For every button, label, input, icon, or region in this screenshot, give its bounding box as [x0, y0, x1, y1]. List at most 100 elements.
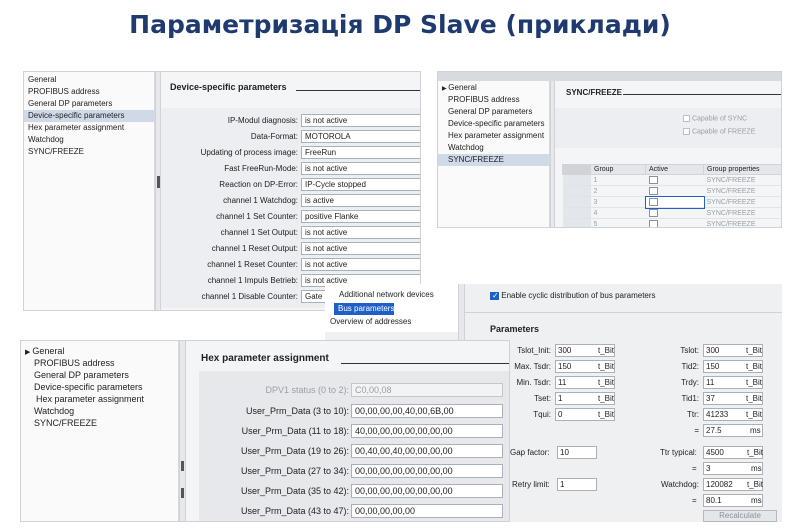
active-cell: [645, 218, 704, 227]
splitter[interactable]: [550, 81, 555, 227]
table-row[interactable]: 5 SYNC/FREEZE: [562, 218, 781, 227]
splitter[interactable]: [179, 341, 186, 521]
row-header-cell: [562, 218, 591, 227]
ttr-typical-ms-unit: ms: [751, 464, 762, 473]
retry-limit-label: Retry limit:: [512, 480, 550, 489]
nav-item-label: General: [32, 346, 65, 356]
param-row: Updating of process image: FreeRun: [161, 146, 420, 160]
navigation-tree: ▶ General PROFIBUS address General DP pa…: [21, 341, 179, 521]
param-row: IP-Modul diagnosis: is not active: [161, 114, 420, 128]
param-label: channel 1 Set Output:: [220, 228, 298, 237]
bus-param-label: Tslot:: [680, 346, 699, 355]
group-properties-cell: SYNC/FREEZE: [703, 218, 781, 227]
param-value-field[interactable]: is not active: [301, 114, 420, 127]
bus-param-unit: t_Bit: [598, 394, 615, 403]
nav-item-bus-parameters[interactable]: Bus parameters: [334, 303, 395, 315]
user-prm-data-field[interactable]: 00,00,00,00,00: [351, 504, 503, 518]
row-header-cell: [562, 207, 591, 219]
param-label: IP-Modul diagnosis:: [227, 116, 298, 125]
nav-item-general-dp[interactable]: General DP parameters: [21, 369, 178, 381]
retry-limit-field[interactable]: 1: [557, 478, 597, 491]
nav-item-additional-network-devices[interactable]: Additional network devices: [335, 289, 434, 301]
param-label: channel 1 Impuls Betrieb:: [207, 276, 298, 285]
group-cell: 2: [590, 185, 646, 197]
param-label: channel 1 Reset Output:: [211, 244, 298, 253]
param-label: channel 1 Disable Counter:: [201, 292, 298, 301]
watchdog-ms-unit: ms: [751, 496, 762, 505]
active-checkbox[interactable]: [648, 176, 658, 184]
param-value-field[interactable]: is not active: [301, 226, 420, 239]
nav-item-overview-of-addresses[interactable]: Overview of addresses: [326, 316, 411, 328]
splitter-grip[interactable]: [181, 461, 184, 471]
enable-cyclic-label: Enable cyclic distribution of bus parame…: [501, 291, 656, 300]
table-row[interactable]: 4 SYNC/FREEZE: [562, 207, 781, 219]
nav-item-device-specific[interactable]: Device-specific parameters: [24, 110, 154, 122]
bus-param-unit: t_Bit: [598, 362, 615, 371]
nav-item-watchdog[interactable]: Watchdog: [438, 142, 549, 154]
network-nav: Additional network devices Bus parameter…: [325, 284, 458, 332]
ttr-typical-unit: t_Bit: [747, 448, 764, 457]
tab-strip: [438, 72, 781, 81]
user-prm-data-field[interactable]: 00,00,00,00,40,00,6B,00: [351, 404, 503, 418]
nav-item-hex-parameter[interactable]: Hex parameter assignment: [21, 393, 178, 405]
nav-item-profibus-address[interactable]: PROFIBUS address: [24, 86, 154, 98]
recalculate-button[interactable]: Recalculate: [703, 510, 777, 522]
slide-title: Параметризація DP Slave (приклади): [129, 10, 671, 39]
nav-item-general[interactable]: ▶ General: [21, 345, 178, 357]
user-prm-data-field[interactable]: 40,00,00,00,00,00,00,00: [351, 424, 503, 438]
nav-item-hex-parameter[interactable]: Hex parameter assignment: [24, 122, 154, 134]
section-heading: Hex parameter assignment: [201, 353, 329, 364]
bus-param-unit: t_Bit: [598, 346, 615, 355]
splitter-grip[interactable]: [157, 176, 160, 188]
nav-item-sync-freeze[interactable]: SYNC/FREEZE: [21, 417, 178, 429]
nav-item-general-dp[interactable]: General DP parameters: [24, 98, 154, 110]
active-cell: [645, 207, 704, 219]
nav-item-profibus-address[interactable]: PROFIBUS address: [21, 357, 178, 369]
nav-item-general[interactable]: ▶ General: [438, 82, 549, 94]
nav-item-device-specific[interactable]: Device-specific parameters: [438, 118, 549, 130]
active-checkbox[interactable]: [648, 198, 658, 206]
row-header-cell: [562, 174, 591, 186]
nav-item-watchdog[interactable]: Watchdog: [24, 134, 154, 146]
nav-item-sync-freeze[interactable]: SYNC/FREEZE: [24, 146, 154, 158]
nav-item-label: General: [448, 83, 477, 92]
row-header-column: [562, 164, 591, 175]
capable-freeze-checkbox[interactable]: [683, 128, 690, 135]
table-row[interactable]: 2 SYNC/FREEZE: [562, 185, 781, 197]
nav-item-device-specific[interactable]: Device-specific parameters: [21, 381, 178, 393]
active-checkbox[interactable]: [648, 220, 658, 227]
table-row[interactable]: 3 SYNC/FREEZE: [562, 195, 781, 209]
bus-param-unit: t_Bit: [746, 394, 763, 403]
param-row: Data-Format: MOTOROLA: [161, 130, 420, 144]
gap-factor-field[interactable]: 10: [557, 446, 597, 459]
enable-cyclic-checkbox[interactable]: [490, 291, 499, 300]
navigation-tree: General PROFIBUS address General DP para…: [24, 72, 155, 310]
active-checkbox[interactable]: [648, 209, 658, 217]
params-right-column: Tslot: 300 t_Bit Tid2: 150 t_Bit Trdy: 11 t_Bit T…: [635, 344, 782, 454]
user-prm-data-field[interactable]: 00,00,00,00,00,00,00,00: [351, 484, 503, 498]
param-value-field[interactable]: FreeRun: [301, 146, 420, 159]
capable-sync-checkbox[interactable]: [683, 115, 690, 122]
splitter-grip[interactable]: [181, 488, 184, 498]
user-prm-data-field[interactable]: 00,00,00,00,00,00,00,00: [351, 464, 503, 478]
nav-item-general[interactable]: General: [24, 74, 154, 86]
param-value-field[interactable]: MOTOROLA: [301, 130, 420, 143]
param-value-field[interactable]: is not active: [301, 258, 420, 271]
param-value-field[interactable]: IP-Cycle stopped: [301, 178, 420, 191]
active-checkbox[interactable]: [648, 187, 658, 195]
user-prm-data-field[interactable]: 00,40,00,40,00,00,00,00: [351, 444, 503, 458]
param-label: Updating of process image:: [200, 148, 298, 157]
nav-item-watchdog[interactable]: Watchdog: [21, 405, 178, 417]
nav-item-sync-freeze[interactable]: SYNC/FREEZE: [438, 154, 549, 166]
table-row[interactable]: 1 SYNC/FREEZE: [562, 174, 781, 186]
nav-item-general-dp[interactable]: General DP parameters: [438, 106, 549, 118]
param-value-field[interactable]: is not active: [301, 162, 420, 175]
param-value-field[interactable]: is not active: [301, 242, 420, 255]
dpv1-status-label: DPV1 status (0 to 2):: [265, 385, 349, 395]
param-value-field[interactable]: is active: [301, 194, 420, 207]
gap-factor-label: Gap factor:: [510, 448, 550, 457]
capable-freeze-label: Capable of FREEZE: [691, 128, 756, 136]
nav-item-profibus-address[interactable]: PROFIBUS address: [438, 94, 549, 106]
nav-item-hex-parameter[interactable]: Hex parameter assignment: [438, 130, 549, 142]
param-value-field[interactable]: positive Flanke: [301, 210, 420, 223]
